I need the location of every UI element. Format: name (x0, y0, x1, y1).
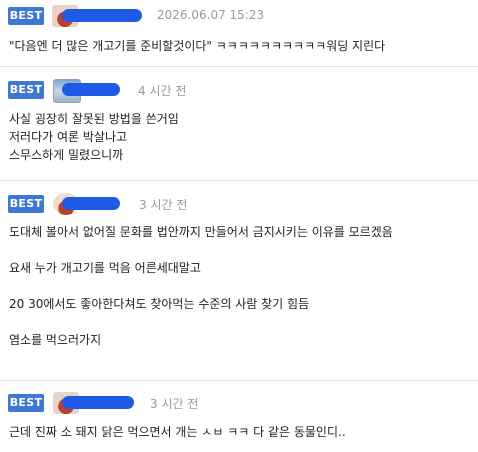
redacted-username[interactable] (62, 197, 120, 210)
comment-timestamp: 3 시간 전 (150, 397, 199, 411)
comment-timestamp: 2026.06.07 15:23 (157, 8, 265, 22)
comment-line: 저러다가 여론 박살나고 (9, 130, 128, 144)
comment-line: 근데 진짜 소 돼지 닭은 먹으면서 개는 ㅅㅂ ㅋㅋ 다 같은 동물인디.. (9, 425, 346, 439)
comment-body: 도대체 볼아서 없어질 문화를 법안까지 만들어서 금지시키는 이유를 모르겠음… (9, 223, 472, 349)
redacted-username[interactable] (62, 396, 134, 409)
comment-header: BEST 3 시간 전 (0, 392, 478, 416)
comment-item: BEST 3 시간 전 도대체 볼아서 없어질 문화를 법안까지 만들어서 금지… (0, 181, 478, 381)
comment-header: BEST 3 시간 전 (0, 193, 478, 217)
comment-line: 염소를 먹으러가지 (9, 333, 102, 347)
comment-line: 요새 누가 개고기를 먹음 어른세대말고 (9, 261, 201, 275)
comment-line (9, 277, 472, 295)
comment-body: "다음엔 더 많은 개고기를 준비할것이다" ㅋㅋㅋㅋㅋㅋㅋㅋㅋㅋ워딩 지린다 (9, 37, 472, 55)
comment-item: BEST 2026.06.07 15:23 "다음엔 더 많은 개고기를 준비할… (0, 0, 478, 67)
comment-line (9, 313, 472, 331)
comment-timestamp: 3 시간 전 (139, 198, 188, 212)
comment-line: 도대체 볼아서 없어질 문화를 법안까지 만들어서 금지시키는 이유를 모르겠음 (9, 225, 393, 239)
comment-body: 사실 굉장히 잘못된 방법을 쓴거임 저러다가 여론 박살나고 스무스하게 밀렸… (9, 110, 472, 164)
comment-line: 스무스하게 밀렸으니까 (9, 148, 124, 162)
redacted-username[interactable] (62, 9, 142, 22)
comment-item: BEST 4 시간 전 사실 굉장히 잘못된 방법을 쓴거임 저러다가 여론 박… (0, 67, 478, 181)
comment-timestamp: 4 시간 전 (138, 84, 187, 98)
best-badge: BEST (8, 394, 44, 412)
comment-line: "다음엔 더 많은 개고기를 준비할것이다" ㅋㅋㅋㅋㅋㅋㅋㅋㅋㅋ워딩 지린다 (9, 39, 386, 53)
best-badge: BEST (8, 195, 44, 213)
comment-header: BEST 2026.06.07 15:23 (0, 5, 478, 29)
comment-line: 사실 굉장히 잘못된 방법을 쓴거임 (9, 112, 179, 126)
comment-body: 근데 진짜 소 돼지 닭은 먹으면서 개는 ㅅㅂ ㅋㅋ 다 같은 동물인디.. (9, 423, 472, 441)
comment-line (9, 241, 472, 259)
comment-line: 20 30에서도 좋아한다쳐도 찾아먹는 수준의 사람 찾기 힘듬 (9, 297, 310, 311)
best-badge: BEST (8, 7, 44, 25)
comment-item: BEST 3 시간 전 근데 진짜 소 돼지 닭은 먹으면서 개는 ㅅㅂ ㅋㅋ … (0, 381, 478, 452)
comment-header: BEST 4 시간 전 (0, 79, 478, 103)
redacted-username[interactable] (62, 83, 120, 96)
best-badge: BEST (8, 81, 44, 99)
